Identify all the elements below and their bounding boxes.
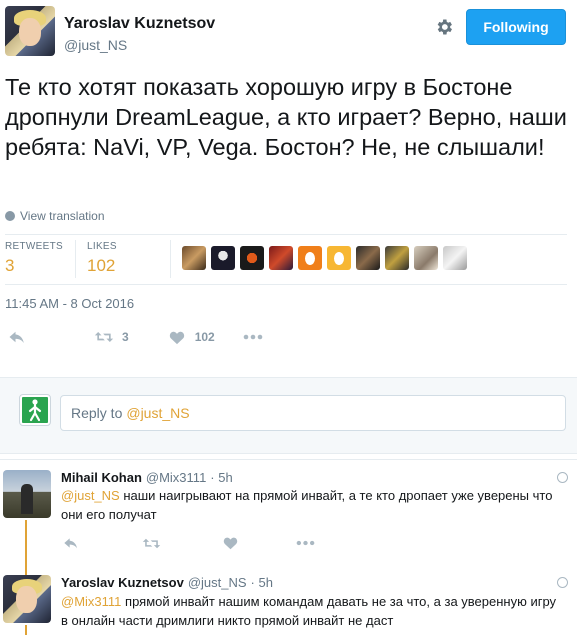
thread-line: [25, 520, 27, 580]
liker-avatar[interactable]: [211, 246, 235, 270]
heart-icon[interactable]: [223, 536, 238, 550]
view-translation-label: View translation: [20, 209, 105, 223]
liker-avatar[interactable]: [356, 246, 380, 270]
reply-time[interactable]: · 5h: [210, 470, 232, 485]
liker-avatar[interactable]: [269, 246, 293, 270]
author-handle[interactable]: @just_NS: [64, 37, 127, 53]
like-count: 102: [194, 330, 215, 344]
user-avatar-icon: [19, 394, 51, 426]
author-avatar[interactable]: [5, 6, 55, 56]
reply-header: Mihail Kohan @Mix3111 · 5h: [61, 470, 233, 485]
reply-mention[interactable]: @Mix3111: [61, 594, 121, 609]
tweet-timestamp[interactable]: 11:45 AM - 8 Oct 2016: [5, 296, 134, 311]
reply-mention: @just_NS: [126, 405, 190, 421]
thread-line: [25, 625, 27, 635]
reply-author-handle[interactable]: @just_NS: [188, 575, 247, 590]
retweet-icon[interactable]: [94, 330, 114, 344]
liker-avatar[interactable]: [240, 246, 264, 270]
chevron-down-icon[interactable]: [557, 472, 568, 483]
reply-body: прямой инвайт нашим командам давать не з…: [61, 594, 557, 628]
gear-icon[interactable]: [434, 17, 454, 37]
author-name[interactable]: Yaroslav Kuznetsov: [64, 15, 215, 33]
reply-icon[interactable]: [8, 329, 26, 345]
retweets-stat[interactable]: RETWEETS 3: [5, 241, 63, 276]
reply-text: @just_NS наши наигрывают на прямой инвай…: [61, 486, 561, 524]
reply-actions: [63, 536, 315, 550]
divider: [5, 234, 567, 235]
reply-icon[interactable]: [63, 536, 79, 550]
likes-label: LIKES: [87, 241, 117, 252]
divider: [75, 240, 76, 278]
tweet-actions: 3 102: [8, 328, 263, 346]
liker-avatar[interactable]: [327, 246, 351, 270]
more-icon[interactable]: [243, 334, 263, 340]
reply-text: @Mix3111 прямой инвайт нашим командам да…: [61, 592, 566, 630]
reply-author-name[interactable]: Yaroslav Kuznetsov: [61, 575, 184, 590]
retweets-label: RETWEETS: [5, 241, 63, 252]
retweet-count: 3: [122, 330, 129, 344]
liker-avatar[interactable]: [414, 246, 438, 270]
reply-author-name[interactable]: Mihail Kohan: [61, 470, 142, 485]
retweet-icon[interactable]: [142, 537, 161, 550]
following-button[interactable]: Following: [466, 9, 566, 45]
reply-input[interactable]: Reply to @just_NS: [60, 395, 566, 431]
tweet-text: Те кто хотят показать хорошую игру в Бос…: [5, 74, 567, 160]
more-icon[interactable]: [296, 540, 315, 546]
reply-avatar[interactable]: [3, 470, 51, 518]
divider: [5, 284, 567, 285]
retweets-count: 3: [5, 256, 15, 275]
globe-icon: [5, 211, 15, 221]
reply-time[interactable]: · 5h: [251, 575, 273, 590]
divider: [0, 459, 577, 460]
reply-mention[interactable]: @just_NS: [61, 488, 120, 503]
likes-stat[interactable]: LIKES 102: [87, 241, 117, 276]
view-translation-link[interactable]: View translation: [5, 209, 105, 223]
liker-avatar[interactable]: [443, 246, 467, 270]
liker-avatars: [182, 246, 467, 270]
likes-count: 102: [87, 256, 116, 275]
reply-header: Yaroslav Kuznetsov @just_NS · 5h: [61, 575, 273, 590]
liker-avatar[interactable]: [385, 246, 409, 270]
heart-icon[interactable]: [169, 330, 185, 345]
divider: [170, 240, 171, 278]
reply-prefix: Reply to: [71, 405, 123, 421]
reply-author-handle[interactable]: @Mix3111: [146, 470, 206, 485]
liker-avatar[interactable]: [298, 246, 322, 270]
chevron-down-icon[interactable]: [557, 577, 568, 588]
reply-body: наши наигрывают на прямой инвайт, а те к…: [61, 488, 553, 522]
liker-avatar[interactable]: [182, 246, 206, 270]
reply-avatar[interactable]: [3, 575, 51, 623]
